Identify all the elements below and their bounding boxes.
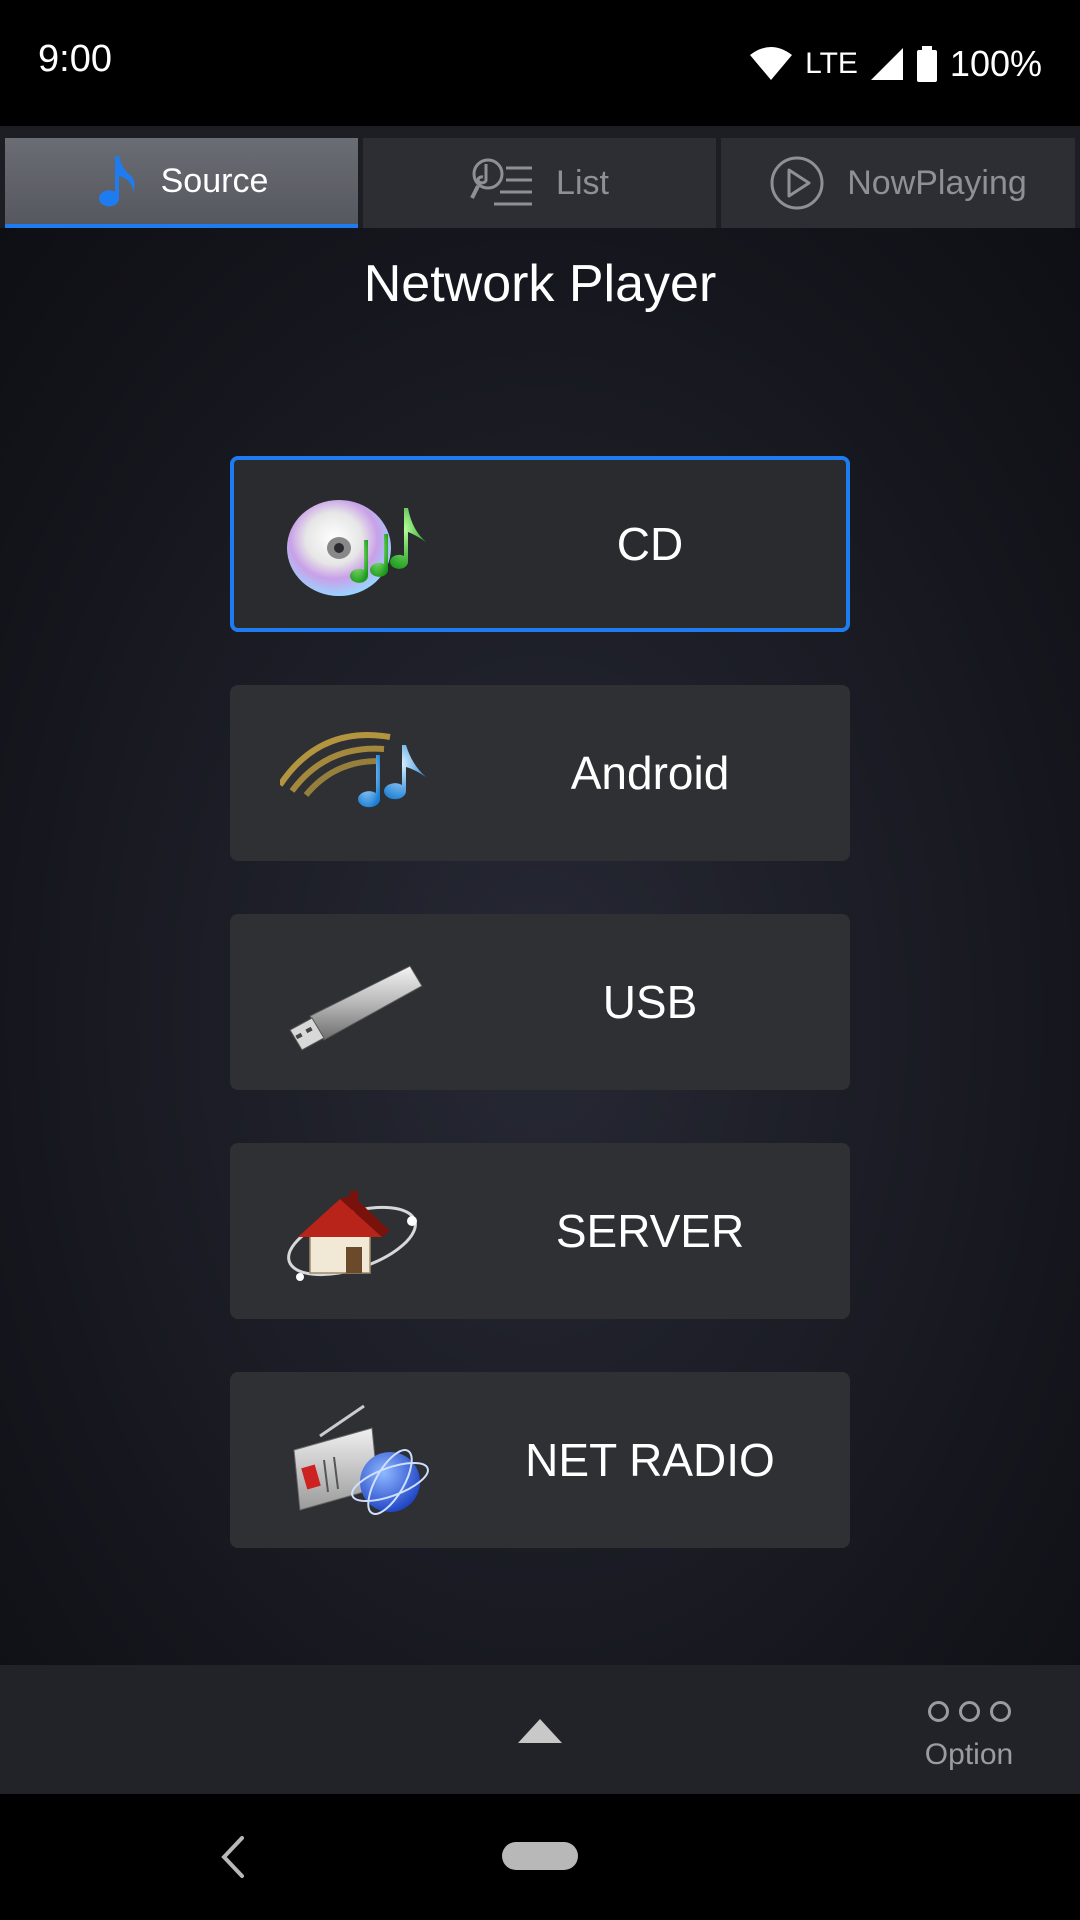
tab-source-label: Source bbox=[160, 161, 269, 200]
tab-nowplaying[interactable]: NowPlaying bbox=[721, 138, 1075, 228]
source-netradio-button[interactable]: NET RADIO bbox=[230, 1372, 850, 1548]
tab-list-label: List bbox=[556, 163, 609, 202]
source-server-button[interactable]: SERVER bbox=[230, 1143, 850, 1319]
net-radio-icon bbox=[293, 1404, 429, 1515]
signal-icon bbox=[870, 48, 903, 80]
tab-bar: Source List NowPlaying bbox=[0, 126, 1080, 228]
source-usb-button[interactable]: USB bbox=[230, 914, 850, 1090]
status-icons: LTE 100% bbox=[749, 38, 1042, 90]
main-content: Network Player CD Android USB SERVER NET… bbox=[0, 228, 1080, 1665]
source-usb-label: USB bbox=[602, 976, 698, 1028]
back-icon[interactable] bbox=[218, 1832, 248, 1882]
usb-drive-icon bbox=[289, 965, 423, 1051]
music-note-icon bbox=[98, 156, 135, 207]
source-android-label: Android bbox=[570, 747, 730, 799]
home-server-icon bbox=[287, 1191, 417, 1281]
android-music-icon bbox=[280, 732, 426, 808]
tab-nowplaying-label: NowPlaying bbox=[847, 163, 1027, 202]
list-search-icon bbox=[470, 158, 533, 206]
tab-source[interactable]: Source bbox=[5, 138, 358, 228]
home-pill-button[interactable] bbox=[502, 1842, 578, 1870]
source-netradio-label: NET RADIO bbox=[525, 1434, 775, 1486]
source-cd-button[interactable]: CD bbox=[230, 456, 850, 632]
more-dots-icon bbox=[927, 1701, 1011, 1722]
option-label: Option bbox=[924, 1738, 1014, 1771]
status-bar: 9:00 LTE 100% bbox=[0, 0, 1080, 126]
source-cd-label: CD bbox=[616, 518, 684, 570]
status-time: 9:00 bbox=[38, 38, 112, 80]
source-server-label: SERVER bbox=[555, 1205, 745, 1257]
page-title: Network Player bbox=[363, 255, 717, 313]
tab-list[interactable]: List bbox=[363, 138, 716, 228]
play-circle-icon bbox=[770, 156, 824, 210]
battery-icon bbox=[916, 46, 937, 82]
wifi-icon bbox=[750, 47, 793, 80]
battery-level: 100% bbox=[949, 43, 1042, 84]
bottom-toolbar: Option bbox=[0, 1665, 1080, 1794]
triangle-up-icon[interactable] bbox=[516, 1717, 564, 1745]
option-button[interactable]: Option bbox=[914, 1701, 1024, 1781]
source-android-button[interactable]: Android bbox=[230, 685, 850, 861]
network-type: LTE bbox=[805, 47, 858, 80]
cd-music-icon bbox=[287, 500, 426, 596]
